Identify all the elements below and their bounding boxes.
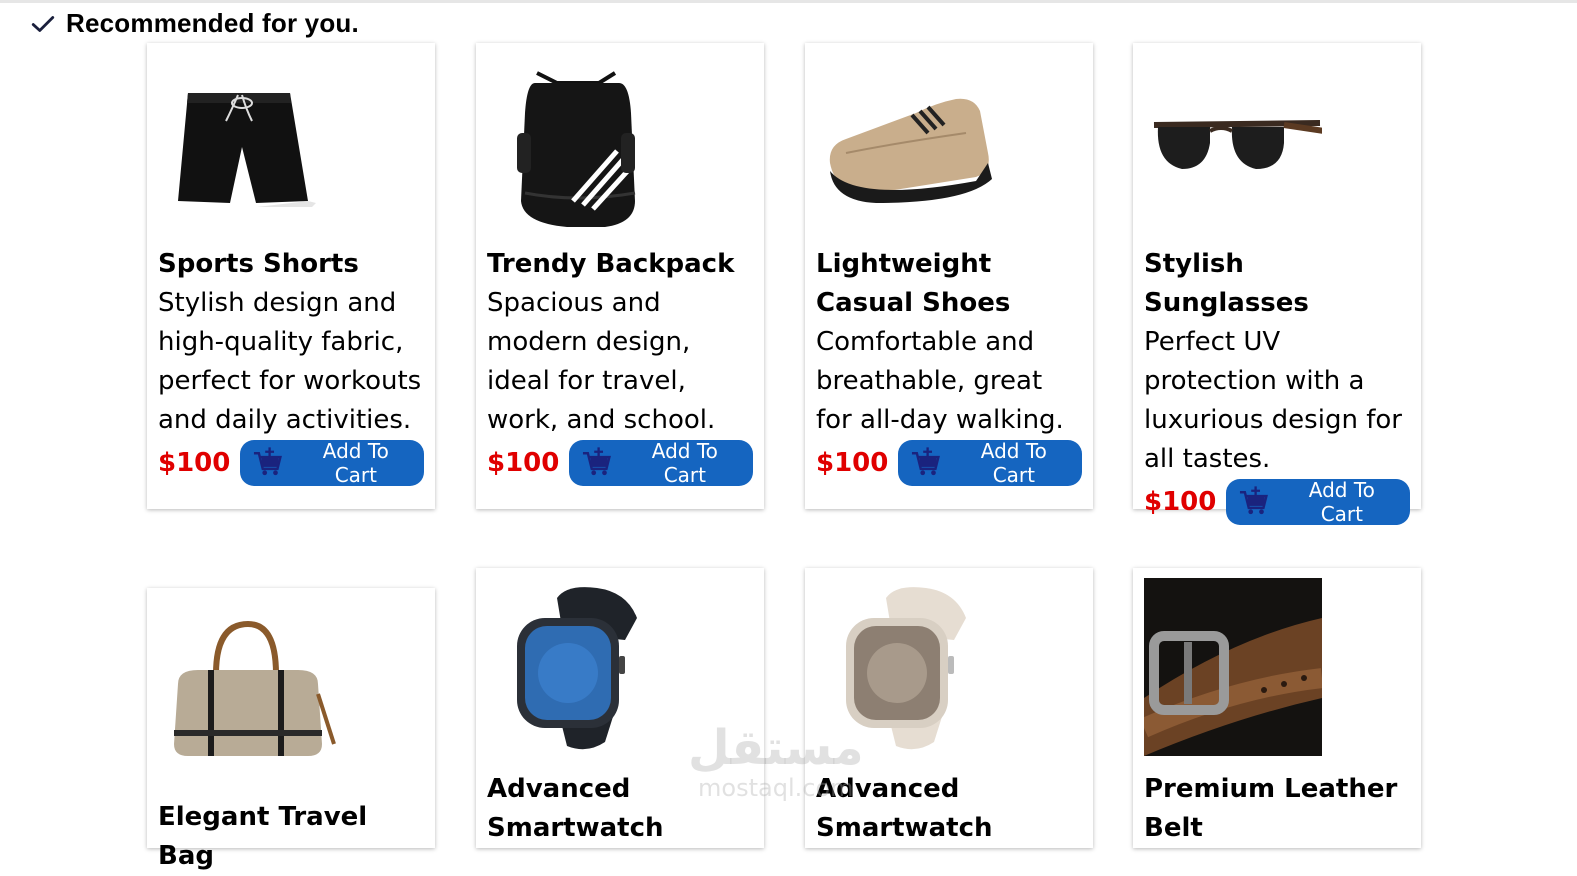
product-card: Elegant Travel Bag [147, 588, 435, 871]
product-card: Premium Leather Belt [1133, 568, 1421, 848]
section-header: Recommended for you. [30, 8, 359, 39]
product-image-travel-bag[interactable] [158, 604, 336, 782]
button-label: Add To Cart [1308, 478, 1375, 526]
product-title: Premium Leather Belt [1144, 774, 1398, 843]
product-description: Stylish design and high-quality fabric, … [158, 288, 422, 435]
button-label: Add To Cart [651, 439, 718, 487]
product-card: Trendy Backpack Spacious and modern desi… [476, 43, 764, 509]
product-image-leather-belt[interactable] [1144, 578, 1322, 756]
product-price: $100 [158, 448, 231, 478]
product-image-shoe[interactable] [816, 53, 994, 231]
product-image-smartwatch-starlight[interactable] [816, 578, 994, 756]
cart-icon [254, 447, 283, 476]
product-image-sunglasses[interactable] [1144, 53, 1322, 231]
add-to-cart-button[interactable]: Add To Cart [1226, 478, 1410, 526]
top-divider [0, 0, 1577, 3]
product-card: Advanced Smartwatch [805, 568, 1093, 848]
product-image-backpack[interactable] [487, 53, 665, 231]
product-description: Comfortable and breathable, great for al… [816, 327, 1064, 435]
product-price: $100 [1144, 487, 1217, 517]
product-card: Sports Shorts Stylish design and high-qu… [147, 43, 435, 509]
check-icon [31, 15, 55, 32]
product-card: Advanced Smartwatch [476, 568, 764, 848]
product-title: Advanced Smartwatch [487, 774, 664, 843]
cart-icon [912, 447, 941, 476]
product-title: Sports Shorts [158, 249, 359, 279]
product-image-shorts[interactable] [158, 53, 336, 231]
button-label: Add To Cart [322, 439, 389, 487]
product-title: Stylish Sunglasses [1144, 249, 1309, 318]
product-price: $100 [487, 448, 560, 478]
product-card: Stylish Sunglasses Perfect UV protection… [1133, 43, 1421, 526]
button-label: Add To Cart [980, 439, 1047, 487]
product-card: Lightweight Casual Shoes Comfortable and… [805, 43, 1093, 509]
section-title: Recommended for you. [66, 8, 359, 38]
product-title: Elegant Travel Bag [158, 802, 368, 871]
add-to-cart-button[interactable]: Add To Cart [240, 439, 424, 487]
product-title: Trendy Backpack [487, 249, 735, 279]
product-image-smartwatch-black[interactable] [487, 578, 665, 756]
product-price: $100 [816, 448, 889, 478]
cart-icon [583, 447, 612, 476]
product-title: Lightweight Casual Shoes [816, 249, 1011, 318]
cart-icon [1240, 486, 1269, 515]
product-description: Perfect UV protection with a luxurious d… [1144, 327, 1402, 474]
add-to-cart-button[interactable]: Add To Cart [898, 439, 1082, 487]
product-description: Spacious and modern design, ideal for tr… [487, 288, 716, 435]
product-title: Advanced Smartwatch [816, 774, 993, 843]
add-to-cart-button[interactable]: Add To Cart [569, 439, 753, 487]
